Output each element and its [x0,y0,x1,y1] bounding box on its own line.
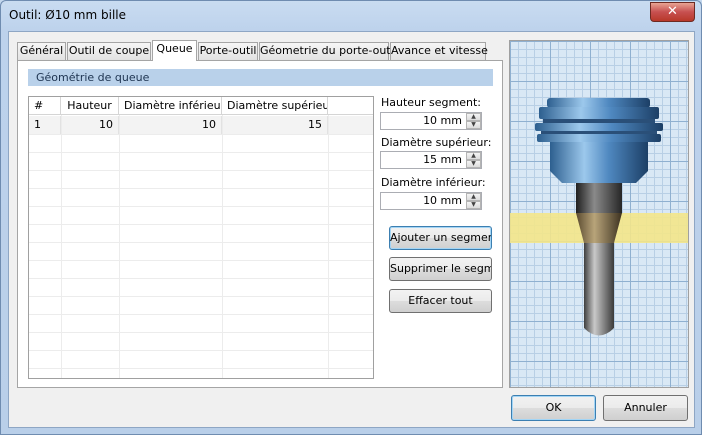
tool-shank-preview-icon [510,98,688,336]
column-header-index[interactable]: # [29,97,61,115]
tab-geometrie-porte-outil[interactable]: Géometrie du porte-outil [259,42,397,60]
spin-down-icon[interactable]: ▼ [466,160,481,168]
grid-line [29,242,373,243]
grid-line [29,296,373,297]
tool-preview-panel [509,40,689,388]
grid-line [29,314,373,315]
grid-line [29,260,373,261]
table-row[interactable]: 1 10 10 15 [29,116,373,134]
cell-hauteur[interactable]: 10 [61,116,119,134]
dialog-window: Outil: Ø10 mm bille ✕ Général Outil de c… [0,0,702,435]
grid-line [29,368,373,369]
column-header-diametre-superieur[interactable]: Diamètre supérieur [222,97,328,115]
hauteur-segment-spinbox[interactable]: 10 mm ▲ ▼ [380,112,482,130]
section-header: Géométrie de queue [28,69,493,86]
cell-index: 1 [29,116,61,134]
queue-tab-panel: Géométrie de queue # Hauteur Diamètre in… [17,60,503,388]
grid-column-line [119,115,120,378]
diametre-inferieur-spinbox[interactable]: 10 mm ▲ ▼ [380,192,482,210]
grid-line [29,188,373,189]
tab-porte-outil[interactable]: Porte-outil [198,42,258,60]
diametre-superieur-label: Diamètre supérieur: [381,136,492,149]
grid-column-line [222,115,223,378]
column-header-hauteur[interactable]: Hauteur [61,97,119,115]
tab-queue[interactable]: Queue [152,40,197,61]
spin-up-icon[interactable]: ▲ [466,113,481,121]
ok-button[interactable]: OK [511,395,596,421]
column-header-filler [328,97,373,115]
spin-down-icon[interactable]: ▼ [466,121,481,129]
clear-all-button[interactable]: Effacer tout [389,289,492,313]
diametre-inferieur-value[interactable]: 10 mm [381,193,465,209]
cell-diametre-superieur[interactable]: 15 [222,116,328,134]
spin-buttons: ▲ ▼ [466,113,481,129]
grid-line [29,170,373,171]
tab-general[interactable]: Général [17,42,66,60]
tab-outil-de-coupe[interactable]: Outil de coupe [67,42,151,60]
delete-segment-button[interactable]: Supprimer le segment [389,257,492,281]
spin-down-icon[interactable]: ▼ [466,201,481,209]
grid-line [29,152,373,153]
diametre-superieur-value[interactable]: 15 mm [381,152,465,168]
dialog-client-area: Général Outil de coupe Queue Porte-outil… [8,31,695,428]
spin-up-icon[interactable]: ▲ [466,152,481,160]
grid-line [29,134,373,135]
grid-line [29,332,373,333]
shank-segments-grid[interactable]: # Hauteur Diamètre inférieur Diamètre su… [28,96,374,379]
diametre-superieur-spinbox[interactable]: 15 mm ▲ ▼ [380,151,482,169]
column-header-diametre-inferieur[interactable]: Diamètre inférieur [119,97,222,115]
grid-header: # Hauteur Diamètre inférieur Diamètre su… [29,97,373,115]
grid-line [29,278,373,279]
add-segment-button[interactable]: Ajouter un segment [389,226,492,250]
title-bar[interactable]: Outil: Ø10 mm bille ✕ [1,1,701,31]
grid-line [29,350,373,351]
close-icon: ✕ [667,4,678,19]
cancel-button[interactable]: Annuler [603,395,688,421]
cell-diametre-inferieur[interactable]: 10 [119,116,222,134]
window-title: Outil: Ø10 mm bille [9,8,127,22]
grid-column-line [328,115,329,378]
grid-column-line [61,115,62,378]
hauteur-segment-value[interactable]: 10 mm [381,113,465,129]
spin-buttons: ▲ ▼ [466,152,481,168]
diametre-inferieur-label: Diamètre inférieur: [381,176,486,189]
spin-up-icon[interactable]: ▲ [466,193,481,201]
spin-buttons: ▲ ▼ [466,193,481,209]
grid-line [29,206,373,207]
tab-avance-et-vitesse[interactable]: Avance et vitesse [390,42,488,60]
close-button[interactable]: ✕ [650,2,695,22]
grid-line [29,224,373,225]
hauteur-segment-label: Hauteur segment: [381,96,482,109]
